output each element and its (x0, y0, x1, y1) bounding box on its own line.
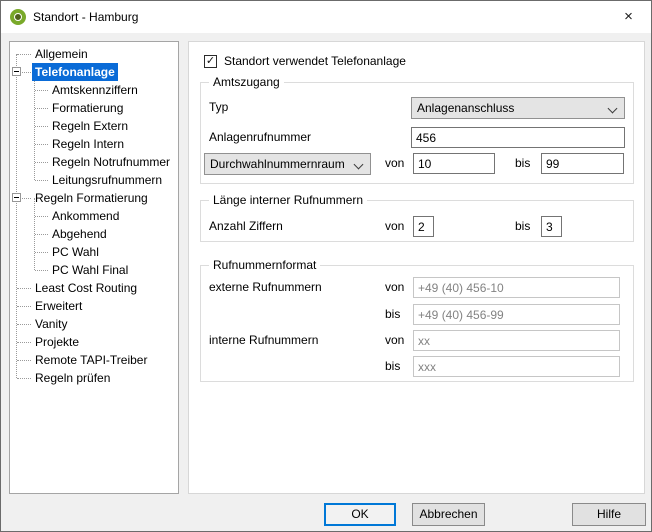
tree-item-remote-tapi-treiber[interactable]: Remote TAPI-Treiber (10, 351, 178, 369)
tree-list: Allgemein Telefonanlage Amtskennziffern … (10, 45, 178, 387)
interne-bis-input (413, 356, 620, 377)
titlebar: Standort - Hamburg × (1, 1, 651, 33)
interne-rufnummern-label: interne Rufnummern (209, 333, 318, 347)
tree-item-formatierung[interactable]: Formatierung (10, 99, 178, 117)
bis-label: bis (515, 156, 530, 170)
settings-panel: ✓ Standort verwendet Telefonanlage Amtsz… (188, 41, 645, 494)
tree-item-least-cost-routing[interactable]: Least Cost Routing (10, 279, 178, 297)
tree-collapse-icon[interactable] (12, 67, 21, 76)
bis-label: bis (385, 359, 400, 373)
tree-item-projekte[interactable]: Projekte (10, 333, 178, 351)
typ-label: Typ (209, 100, 228, 114)
ziffern-von-input[interactable] (413, 216, 434, 237)
anlagenrufnummer-row: Anlagenrufnummer (201, 127, 633, 149)
group-rufnummernformat: Rufnummernformat externe Rufnummern von … (200, 265, 634, 382)
close-icon[interactable]: × (606, 1, 651, 32)
nummernraum-bis-input[interactable] (541, 153, 624, 174)
tree-item-regeln-pruefen[interactable]: Regeln prüfen (10, 369, 178, 387)
app-icon-core (14, 13, 22, 21)
minus-icon (14, 197, 19, 198)
ziffern-bis-input[interactable] (541, 216, 562, 237)
minus-icon (14, 71, 19, 72)
externe-bis-row: bis (201, 304, 633, 326)
tree-item-pc-wahl-final[interactable]: PC Wahl Final (10, 261, 178, 279)
typ-row: Typ Anlagenanschluss (201, 97, 633, 119)
externe-rufnummern-label: externe Rufnummern (209, 280, 322, 294)
use-pbx-checkbox-label: Standort verwendet Telefonanlage (224, 54, 406, 68)
externe-von-input (413, 277, 620, 298)
externe-von-row: externe Rufnummern von (201, 277, 633, 299)
tree-item-vanity[interactable]: Vanity (10, 315, 178, 333)
tree-item-regeln-intern[interactable]: Regeln Intern (10, 135, 178, 153)
group-amtszugang: Amtszugang Typ Anlagenanschluss Anlagenr… (200, 82, 634, 184)
checkmark-icon: ✓ (206, 55, 215, 67)
group-laenge-interner-rufnummern: Länge interner Rufnummern Anzahl Ziffern… (200, 200, 634, 242)
tree-item-leitungsrufnummern[interactable]: Leitungsrufnummern (10, 171, 178, 189)
von-label: von (385, 219, 404, 233)
externe-bis-input (413, 304, 620, 325)
tree-item-regeln-extern[interactable]: Regeln Extern (10, 117, 178, 135)
bis-label: bis (385, 307, 400, 321)
tree-collapse-icon[interactable] (12, 193, 21, 202)
nummernraum-row: Durchwahlnummernraum von bis (201, 153, 633, 175)
tree-item-regeln-formatierung[interactable]: Regeln Formatierung (10, 189, 178, 207)
app-icon (10, 9, 26, 25)
nummernraum-dropdown[interactable]: Durchwahlnummernraum (204, 153, 371, 175)
von-label: von (385, 156, 404, 170)
tree-item-erweitert[interactable]: Erweitert (10, 297, 178, 315)
tree-item-abgehend[interactable]: Abgehend (10, 225, 178, 243)
typ-dropdown-value: Anlagenanschluss (417, 101, 514, 115)
typ-dropdown[interactable]: Anlagenanschluss (411, 97, 625, 119)
nummernraum-von-input[interactable] (413, 153, 495, 174)
cancel-button[interactable]: Abbrechen (412, 503, 485, 526)
settings-tree: Allgemein Telefonanlage Amtskennziffern … (9, 41, 179, 494)
nummernraum-dropdown-value: Durchwahlnummernraum (210, 157, 345, 171)
help-button[interactable]: Hilfe (572, 503, 646, 526)
tree-item-ankommend[interactable]: Ankommend (10, 207, 178, 225)
von-label: von (385, 333, 404, 347)
interne-bis-row: bis (201, 356, 633, 378)
tree-item-amtskennziffern[interactable]: Amtskennziffern (10, 81, 178, 99)
tree-item-telefonanlage[interactable]: Telefonanlage (10, 63, 178, 81)
group-title: Amtszugang (209, 75, 284, 90)
use-pbx-checkbox[interactable]: ✓ (204, 55, 217, 68)
anlagenrufnummer-input[interactable] (411, 127, 625, 148)
interne-von-input (413, 330, 620, 351)
group-title: Länge interner Rufnummern (209, 193, 367, 208)
tree-item-regeln-notrufnummer[interactable]: Regeln Notrufnummer (10, 153, 178, 171)
interne-von-row: interne Rufnummern von (201, 330, 633, 352)
tree-item-pc-wahl[interactable]: PC Wahl (10, 243, 178, 261)
window-title: Standort - Hamburg (33, 1, 138, 33)
anzahl-ziffern-label: Anzahl Ziffern (209, 219, 283, 233)
chevron-down-icon (354, 160, 364, 170)
anlagenrufnummer-label: Anlagenrufnummer (209, 130, 311, 144)
tree-item-allgemein[interactable]: Allgemein (10, 45, 178, 63)
chevron-down-icon (608, 104, 618, 114)
bis-label: bis (515, 219, 530, 233)
standort-dialog: Standort - Hamburg × Allgemein Telefonan… (0, 0, 652, 532)
group-title: Rufnummernformat (209, 258, 320, 273)
anzahl-ziffern-row: Anzahl Ziffern von bis (201, 216, 633, 238)
ok-button[interactable]: OK (324, 503, 396, 526)
von-label: von (385, 280, 404, 294)
